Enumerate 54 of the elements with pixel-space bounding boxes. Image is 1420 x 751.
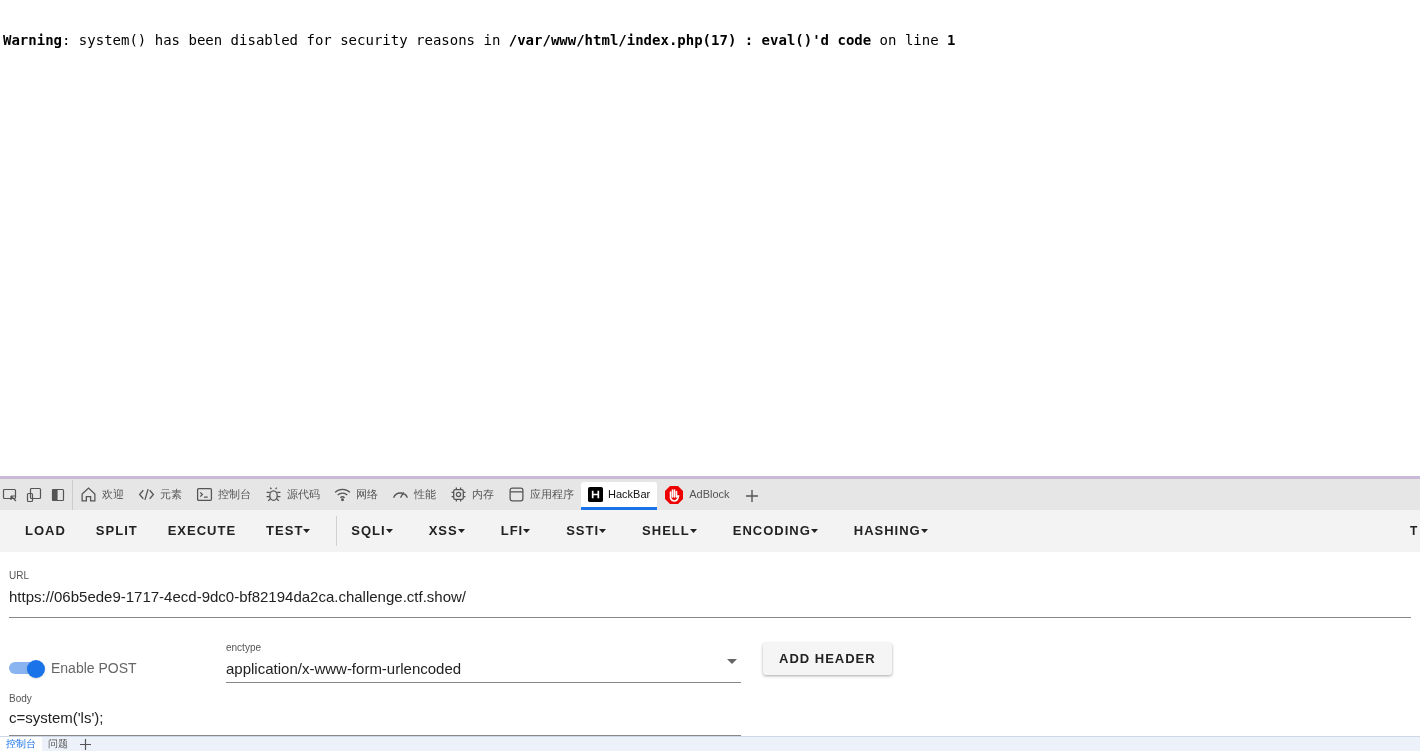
toolbar-button[interactable]: T	[1410, 524, 1418, 538]
menu-button[interactable]: SHELL	[630, 515, 709, 547]
caret-icon	[689, 529, 697, 533]
caret-icon	[810, 529, 818, 533]
caret-icon	[920, 529, 928, 533]
menu-button[interactable]: SQLI	[339, 515, 405, 547]
wifi-icon	[334, 486, 351, 503]
window-icon	[508, 486, 525, 503]
toolbar-button[interactable]: LOAD	[13, 515, 78, 547]
bug-icon	[265, 486, 282, 503]
devtools-tab[interactable]: AdBlock	[657, 482, 737, 510]
menu-button[interactable]: SSTI	[554, 515, 619, 547]
code-icon	[138, 486, 155, 503]
logo-icon	[588, 487, 603, 502]
devtools-tab[interactable]: 源代码	[258, 482, 327, 510]
devtools-tab[interactable]: 应用程序	[501, 482, 581, 510]
menu-button[interactable]: TEST	[254, 515, 323, 547]
caret-icon	[385, 529, 393, 533]
url-field[interactable]: URL https://06b5ede9-1717-4ecd-9dc0-bf82194da2ca.challenge.ctf.show/	[9, 568, 1411, 618]
menu-button[interactable]: LFI	[488, 515, 543, 547]
sidebar-icon[interactable]	[50, 487, 66, 503]
console-icon	[196, 486, 213, 503]
toggle-label: Enable POST	[51, 658, 137, 678]
home-icon	[80, 486, 97, 503]
warning-message: Warning: system() has been disabled for security reasons in /var/www/html/index.php(17) : eval()'d code on line 1	[3, 31, 957, 50]
device-icon[interactable]	[26, 487, 42, 503]
menu-button[interactable]: ENCODING	[720, 515, 830, 547]
devtools-tab[interactable]: 元素	[131, 482, 189, 510]
caret-icon	[523, 529, 531, 533]
devtools-tab[interactable]: 内存	[443, 482, 501, 510]
caret-icon	[303, 529, 311, 533]
add-tab-icon[interactable]	[80, 738, 91, 750]
drawer-tab[interactable]: 问题	[42, 737, 74, 751]
menu-button[interactable]: HASHING	[841, 515, 940, 547]
add-tab-icon[interactable]	[744, 489, 759, 503]
toggle-switch[interactable]	[9, 660, 45, 676]
toolbar-button[interactable]: EXECUTE	[155, 515, 249, 547]
stop-hand-icon	[664, 484, 685, 505]
enctype-select[interactable]: enctype application/x-www-form-urlencoded	[226, 639, 741, 683]
chip-icon	[450, 486, 467, 503]
drawer-tab[interactable]: 控制台	[0, 737, 42, 751]
inspect-icon[interactable]	[2, 487, 18, 503]
body-field[interactable]: Body c=system('ls');	[9, 691, 741, 736]
add-header-button[interactable]: ADD HEADER	[763, 642, 892, 675]
devtools-tab[interactable]: 性能	[385, 482, 443, 510]
menu-button[interactable]: XSS	[416, 515, 477, 547]
caret-icon	[599, 529, 607, 533]
devtools-tab[interactable]: 网络	[327, 482, 385, 510]
caret-icon	[457, 529, 465, 533]
toolbar-button[interactable]: SPLIT	[83, 515, 150, 547]
dropdown-caret-icon	[727, 658, 737, 665]
devtools-tab[interactable]: HackBar	[581, 482, 658, 510]
devtools-tab[interactable]: 控制台	[189, 482, 258, 510]
devtools-tab[interactable]: 欢迎	[73, 482, 131, 510]
